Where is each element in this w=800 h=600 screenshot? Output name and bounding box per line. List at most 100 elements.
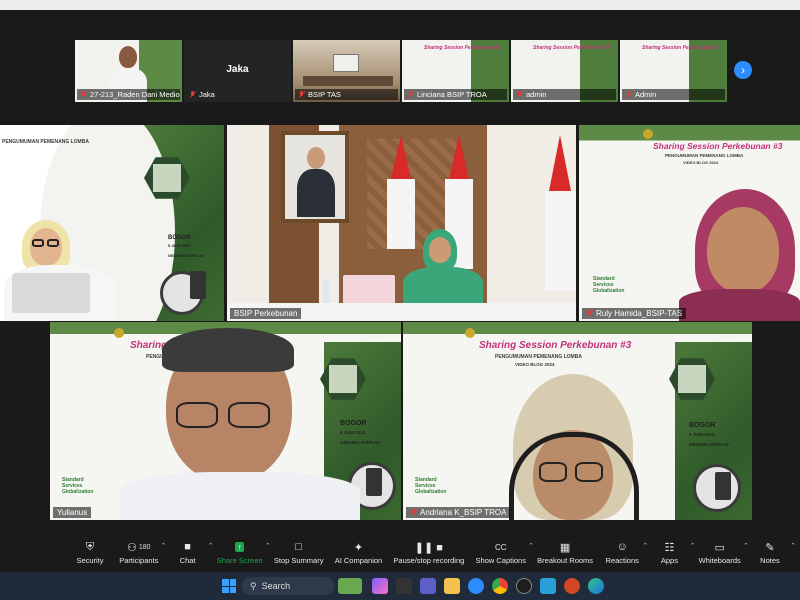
standard-text: Globalization bbox=[593, 287, 625, 294]
slide-phone bbox=[715, 472, 731, 500]
next-page-button[interactable]: › bbox=[734, 61, 752, 79]
video-tile-bottom-left[interactable]: Sharing Session Perkebunan #3 PENGUMUMAN… bbox=[50, 322, 401, 520]
slide-phone bbox=[190, 271, 206, 299]
captions-button[interactable]: CC Show Captions ⌃ bbox=[476, 540, 534, 572]
breakout-rooms-button[interactable]: ▦ Breakout Rooms bbox=[537, 540, 593, 572]
apps-button[interactable]: ☷ Apps ⌃ bbox=[651, 540, 696, 572]
video-tile-bottom-right[interactable]: Sharing Session Perkebunan #3 PENGUMUMAN… bbox=[403, 322, 752, 520]
participant-thumbnail[interactable]: BSIP TAS bbox=[293, 40, 400, 102]
video-tile-top-left[interactable]: PENGUMUMAN PEMENANG LOMBA BOGOR 5 JUNI 2… bbox=[0, 125, 224, 321]
tile-name-label: Yulianus bbox=[53, 507, 92, 518]
reactions-label: Reactions bbox=[605, 556, 639, 565]
participant-thumbnail[interactable]: Sharing Session Perkebunan #3 Linciana B… bbox=[402, 40, 509, 102]
tile-name-label: Andriana K_BSIP TROA bbox=[406, 507, 511, 518]
security-button[interactable]: ⛨ Security bbox=[72, 540, 108, 572]
video-tile-top-right[interactable]: Sharing Session Perkebunan #3 PENGUMUMAN… bbox=[579, 125, 800, 321]
folder-icon[interactable] bbox=[444, 578, 460, 594]
chevron-up-icon[interactable]: ⌃ bbox=[790, 542, 796, 550]
taskbar-search[interactable]: ⚲ Search bbox=[242, 577, 334, 595]
shield-icon: ⛨ bbox=[85, 540, 95, 553]
stop-summary-button[interactable]: □ Stop Summary bbox=[274, 540, 324, 572]
copilot-icon[interactable] bbox=[372, 578, 388, 594]
participant-name: BSIP Perkebunan bbox=[234, 309, 298, 318]
water-bottle bbox=[323, 279, 329, 305]
file-explorer-icon[interactable] bbox=[396, 578, 412, 594]
portrait bbox=[285, 135, 345, 219]
camera-off-name: Jaka bbox=[226, 64, 249, 75]
participant-thumbnail[interactable]: Sharing Session Perkebunan #3 admin bbox=[511, 40, 618, 102]
apps-icon: ☷ bbox=[664, 541, 675, 554]
notes-icon: ✎ bbox=[765, 541, 775, 554]
recording-label: Pause/stop recording bbox=[393, 556, 465, 565]
slide-title: Sharing Session Perkebunan #3 bbox=[479, 340, 632, 351]
chevron-up-icon[interactable]: ⌃ bbox=[690, 542, 696, 550]
participant-thumbnail-strip: 27-213_Raden Dani Medio... Jaka Jaka BSI… bbox=[75, 40, 727, 102]
zoom-icon[interactable] bbox=[468, 578, 484, 594]
slide-date: 5 JUNI 2024 bbox=[168, 243, 191, 248]
participant-name: Andriana K_BSIP TROA bbox=[420, 508, 507, 517]
chat-icon: ■ bbox=[184, 541, 191, 553]
chevron-up-icon[interactable]: ⌃ bbox=[743, 542, 749, 550]
meeting-controls-toolbar: ⛨ Security ⚇ 180 Participants ⌃ ■ Chat ⌃ ↑ Shar… bbox=[0, 540, 800, 572]
chevron-up-icon[interactable]: ⌃ bbox=[642, 542, 648, 550]
whiteboards-button[interactable]: ▭ Whiteboards ⌃ bbox=[699, 540, 749, 572]
slide-location: BOGOR bbox=[689, 422, 716, 429]
thumbnail-name: admin bbox=[526, 90, 547, 99]
participants-icon: ⚇ 180 bbox=[127, 541, 151, 554]
thumbnail-name-label: Linciana BSIP TROA bbox=[404, 89, 507, 100]
reactions-button[interactable]: ☺ Reactions ⌃ bbox=[604, 540, 649, 572]
notes-button[interactable]: ✎ Notes ⌃ bbox=[752, 540, 796, 572]
participant-glasses bbox=[176, 402, 218, 428]
apps-label: Apps bbox=[660, 556, 678, 565]
laptop bbox=[12, 273, 90, 313]
breakout-rooms-icon: ▦ bbox=[559, 541, 571, 554]
chat-button[interactable]: ■ Chat ⌃ bbox=[170, 540, 214, 572]
widgets-icon[interactable] bbox=[338, 578, 362, 594]
thumbnail-name-label: admin bbox=[513, 89, 616, 100]
chevron-up-icon[interactable]: ⌃ bbox=[528, 542, 534, 550]
share-screen-button[interactable]: ↑ Share Screen ⌃ bbox=[217, 540, 271, 572]
thumbnail-name: Linciana BSIP TROA bbox=[417, 90, 487, 99]
chevron-up-icon[interactable]: ⌃ bbox=[208, 542, 214, 550]
thumbnail-name-label: 27-213_Raden Dani Medio... bbox=[77, 89, 180, 100]
mini-slide-title: Sharing Session Perkebunan #3 bbox=[642, 45, 719, 51]
slide-subtitle-2: VIDEO BLOG 2024 bbox=[515, 362, 555, 367]
windows-start-icon[interactable] bbox=[222, 579, 236, 593]
participant-thumbnail[interactable]: Sharing Session Perkebunan #3 Admin bbox=[620, 40, 727, 102]
windows-taskbar: ⚲ Search bbox=[0, 572, 800, 600]
edge-icon[interactable] bbox=[588, 578, 604, 594]
slide-date: 5 JUNI 2024 bbox=[689, 432, 715, 437]
thumbnail-name: 27-213_Raden Dani Medio... bbox=[90, 90, 180, 99]
participant-thumbnail[interactable]: Jaka Jaka bbox=[184, 40, 291, 102]
teams-icon[interactable] bbox=[420, 578, 436, 594]
recording-icon: ❚❚ ■ bbox=[414, 541, 443, 554]
hexagon-photo bbox=[153, 164, 181, 192]
app-icon[interactable] bbox=[516, 578, 532, 594]
chevron-up-icon[interactable]: ⌃ bbox=[265, 542, 271, 550]
thumbnail-name-label: Jaka bbox=[186, 89, 289, 100]
slide-location: BOGOR bbox=[168, 235, 191, 241]
standard-text: Globalization bbox=[62, 488, 94, 495]
participant-glasses bbox=[47, 239, 59, 247]
share-screen-icon: ↑ bbox=[235, 542, 244, 552]
mic-off-icon bbox=[80, 91, 87, 98]
store-icon[interactable] bbox=[540, 578, 556, 594]
slide-logo bbox=[643, 129, 653, 139]
powerpoint-icon[interactable] bbox=[564, 578, 580, 594]
participant-hair bbox=[162, 328, 294, 372]
reactions-icon: ☺ bbox=[616, 541, 628, 553]
ai-companion-button[interactable]: ✦ AI Companion bbox=[335, 540, 383, 572]
participant-face bbox=[429, 237, 451, 263]
slide-subtitle-2: VIDEO BLOG 2024 bbox=[683, 160, 719, 165]
chrome-icon[interactable] bbox=[492, 578, 508, 594]
recording-button[interactable]: ❚❚ ■ Pause/stop recording bbox=[393, 540, 464, 572]
meeting-table bbox=[303, 76, 393, 86]
video-tile-top-center[interactable]: BSIP Perkebunan bbox=[227, 125, 576, 321]
mini-slide-title: Sharing Session Perkebunan #3 bbox=[533, 45, 610, 51]
slide-venue: GEDUNG DISPLAY bbox=[340, 440, 381, 445]
chevron-up-icon[interactable]: ⌃ bbox=[161, 542, 167, 550]
stop-summary-label: Stop Summary bbox=[273, 556, 324, 565]
participant-thumbnail[interactable]: 27-213_Raden Dani Medio... bbox=[75, 40, 182, 102]
participants-button[interactable]: ⚇ 180 Participants ⌃ bbox=[119, 540, 166, 572]
ai-companion-label: AI Companion bbox=[334, 556, 383, 565]
